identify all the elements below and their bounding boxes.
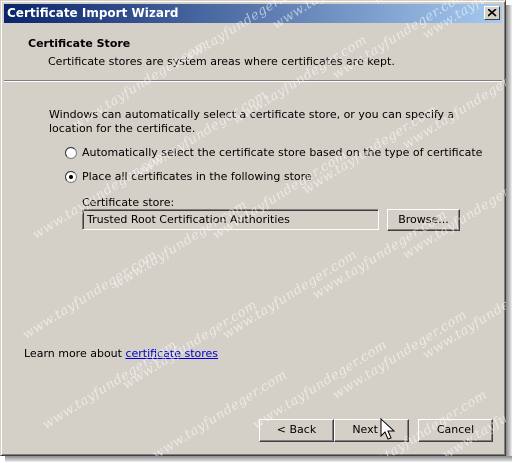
close-button[interactable] <box>484 6 500 20</box>
close-icon <box>488 9 497 17</box>
mouse-cursor-icon <box>380 418 396 440</box>
window-title: Certificate Import Wizard <box>7 6 179 20</box>
certificate-stores-link[interactable]: certificate stores <box>125 347 218 360</box>
certificate-store-field: Trusted Root Certification Authorities <box>82 209 379 230</box>
cancel-button[interactable]: Cancel <box>418 419 493 442</box>
page-title: Certificate Store <box>28 37 131 50</box>
window-shadow-bottom <box>5 456 512 462</box>
browse-button[interactable]: Browse... <box>387 209 460 231</box>
back-button[interactable]: < Back <box>259 419 334 442</box>
certificate-store-label: Certificate store: <box>82 196 175 209</box>
wizard-window: Certificate Import Wizard Certificate St… <box>0 0 506 456</box>
radio-checked-icon[interactable] <box>65 171 77 183</box>
header-divider <box>4 80 502 82</box>
window-shadow-right <box>506 5 512 461</box>
page-subtitle: Certificate stores are system areas wher… <box>48 55 395 68</box>
wizard-header: Certificate Store Certificate stores are… <box>4 23 502 80</box>
radio-auto-select-label: Automatically select the certificate sto… <box>82 146 483 159</box>
radio-place-in-store-label: Place all certificates in the following … <box>82 170 312 183</box>
radio-unchecked-icon[interactable] <box>65 147 77 159</box>
learn-more-text: Learn more about certificate stores <box>24 347 218 360</box>
learn-more-prefix: Learn more about <box>24 347 126 360</box>
title-bar[interactable]: Certificate Import Wizard <box>4 4 502 23</box>
next-button[interactable]: Next > <box>334 419 409 442</box>
intro-text: Windows can automatically select a certi… <box>49 108 455 135</box>
